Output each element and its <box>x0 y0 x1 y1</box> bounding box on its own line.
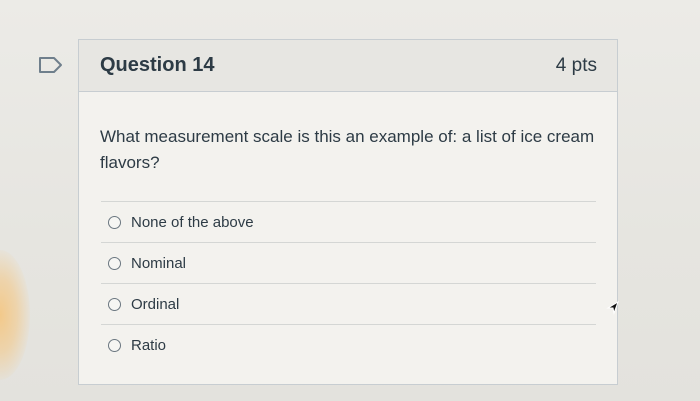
answer-label[interactable]: Ordinal <box>131 296 179 313</box>
answer-label[interactable]: Nominal <box>131 255 186 272</box>
question-text: What measurement scale is this an exampl… <box>100 127 595 172</box>
radio-button[interactable] <box>108 297 121 311</box>
bookmark-flag-icon[interactable] <box>38 56 64 74</box>
question-title: Question 14 <box>100 54 215 76</box>
answer-label[interactable]: Ratio <box>131 337 166 354</box>
radio-button[interactable] <box>108 256 121 270</box>
answer-list: None of the above Nominal Ordinal Ratio <box>101 201 596 365</box>
answer-label[interactable]: None of the above <box>131 214 254 231</box>
radio-button[interactable] <box>108 215 121 229</box>
question-card: Question 14 4 pts What measurement scale… <box>78 39 618 385</box>
mouse-pointer-icon <box>606 300 619 315</box>
answer-option-none-of-the-above[interactable]: None of the above <box>101 201 596 242</box>
answer-option-nominal[interactable]: Nominal <box>101 242 596 283</box>
answer-option-ordinal[interactable]: Ordinal <box>101 283 596 324</box>
radio-button[interactable] <box>108 338 121 352</box>
question-points: 4 pts <box>555 54 597 76</box>
answer-option-ratio[interactable]: Ratio <box>101 324 596 365</box>
question-header: Question 14 4 pts <box>79 40 617 92</box>
